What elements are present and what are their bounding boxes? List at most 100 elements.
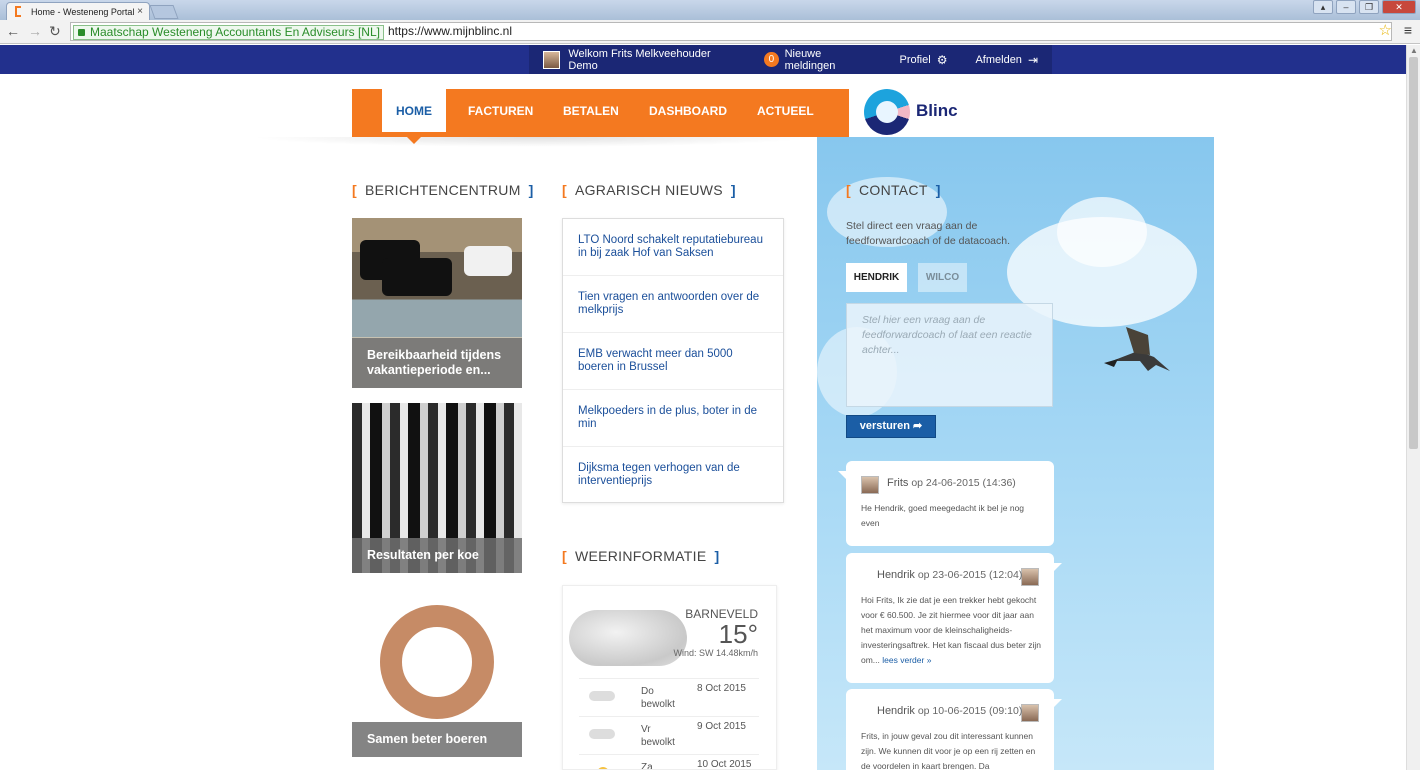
url-field[interactable]: Maatschap Westeneng Accountants En Advis… bbox=[70, 22, 1392, 41]
nav-dashboard[interactable]: DASHBOARD bbox=[649, 89, 727, 137]
profile-link[interactable]: Profiel ⚙ bbox=[886, 45, 962, 74]
news-item[interactable]: LTO Noord schakelt reputatiebureau in bi… bbox=[563, 219, 783, 276]
berichtencentrum-title: BERICHTENCENTRUM bbox=[364, 182, 521, 198]
forecast-day: Za bbox=[641, 762, 653, 770]
send-button[interactable]: versturen ➦ bbox=[846, 415, 936, 438]
weer-title: WEERINFORMATIE bbox=[574, 548, 707, 564]
bookmark-star-icon[interactable]: ☆ bbox=[1379, 21, 1392, 39]
nav-betalen[interactable]: BETALEN bbox=[563, 89, 619, 137]
berichtencentrum-heading: [BERICHTENCENTRUM] bbox=[352, 182, 534, 198]
nav-facturen[interactable]: FACTUREN bbox=[468, 89, 533, 137]
browser-tab[interactable]: Home - Westeneng Portal × bbox=[6, 2, 150, 20]
message-card[interactable]: Bereikbaarheid tijdens vakantieperiode e… bbox=[352, 218, 522, 388]
share-arrow-icon: ➦ bbox=[912, 420, 923, 432]
scroll-up-icon[interactable]: ▲ bbox=[1410, 46, 1418, 55]
tab-wilco[interactable]: WILCO bbox=[918, 263, 967, 292]
message-meta: Frits op 24-06-2015 (14:36) bbox=[887, 477, 1016, 489]
logout-link[interactable]: Afmelden ⇥ bbox=[961, 45, 1052, 74]
weer-heading: [ WEERINFORMATIE] bbox=[562, 548, 719, 564]
notifications-link[interactable]: 0 Nieuwe meldingen bbox=[750, 45, 885, 74]
nieuws-heading: [AGRARISCH NIEUWS] bbox=[562, 182, 736, 198]
message-meta: Hendrik op 23-06-2015 (12:04) bbox=[877, 569, 1023, 581]
gear-icon: ⚙ bbox=[936, 52, 948, 67]
browser-menu-icon[interactable]: ≡ bbox=[1404, 22, 1412, 38]
back-icon[interactable]: ← bbox=[6, 23, 20, 39]
main-nav: HOME FACTUREN BETALEN DASHBOARD ACTUEEL bbox=[352, 89, 849, 137]
tab-title: Home - Westeneng Portal bbox=[31, 7, 135, 17]
forecast-date: 8 Oct 2015 bbox=[697, 683, 746, 694]
window-controls: ▴ – ❐ ✕ bbox=[1313, 0, 1416, 14]
logout-icon: ⇥ bbox=[1027, 52, 1038, 67]
welcome-item: Welkom Frits Melkveehouder Demo bbox=[529, 45, 750, 74]
weather-temp: 15° bbox=[718, 619, 758, 649]
bracket-left: [ bbox=[352, 182, 357, 198]
message-text: Hoi Frits, Ik zie dat je een trekker heb… bbox=[861, 595, 1042, 665]
forecast-date: 9 Oct 2015 bbox=[697, 721, 746, 732]
message-text: He Hendrik, goed meegedacht ik bel je no… bbox=[861, 503, 1025, 528]
contact-panel: [ CONTACT] Stel direct een vraag aan de f… bbox=[817, 137, 1214, 770]
minimize-button[interactable]: – bbox=[1336, 0, 1356, 14]
avatar bbox=[1021, 704, 1039, 722]
logo-text[interactable]: Blinc bbox=[916, 101, 958, 121]
close-tab-icon[interactable]: × bbox=[137, 6, 143, 17]
address-bar: ← → ↻ Maatschap Westeneng Accountants En… bbox=[0, 20, 1420, 44]
blinc-logo-icon[interactable] bbox=[864, 89, 910, 135]
message-text: Frits, in jouw geval zou dit interessant… bbox=[861, 731, 1036, 770]
send-label: versturen bbox=[859, 420, 910, 432]
news-item[interactable]: EMB verwacht meer dan 5000 boeren in Bru… bbox=[563, 333, 783, 390]
bracket-right: ] bbox=[714, 548, 720, 564]
user-icon[interactable]: ▴ bbox=[1313, 0, 1333, 14]
cloud-icon bbox=[589, 729, 615, 739]
nav-shadow bbox=[250, 137, 817, 147]
question-textarea[interactable]: Stel hier een vraag aan de feedforwardco… bbox=[846, 303, 1053, 407]
card-caption: Bereikbaarheid tijdens vakantieperiode e… bbox=[352, 338, 522, 388]
bracket-right: ] bbox=[935, 182, 941, 198]
bracket-left: [ bbox=[846, 182, 851, 198]
chat-message: Frits op 24-06-2015 (14:36) He Hendrik, … bbox=[838, 461, 1054, 546]
url-text: https://www.mijnblinc.nl bbox=[387, 24, 512, 38]
close-window-button[interactable]: ✕ bbox=[1382, 0, 1416, 14]
notification-count-badge: 0 bbox=[764, 52, 779, 67]
scrollbar-thumb[interactable] bbox=[1409, 57, 1418, 449]
cloud-icon bbox=[569, 610, 687, 666]
welcome-text: Welkom Frits Melkveehouder Demo bbox=[568, 47, 711, 72]
reload-icon[interactable]: ↻ bbox=[49, 23, 61, 40]
avatar bbox=[1021, 568, 1039, 586]
card-caption: Samen beter boeren bbox=[352, 722, 522, 757]
tab-hendrik[interactable]: HENDRIK bbox=[846, 263, 907, 292]
weather-widget: BARNEVELD 15° Wind: SW 14.48km/h Do bewol… bbox=[562, 585, 777, 770]
user-bar: Welkom Frits Melkveehouder Demo 0 Nieuwe… bbox=[529, 45, 1052, 74]
maximize-button[interactable]: ❐ bbox=[1359, 0, 1379, 14]
forecast-row: Vr bewolkt 9 Oct 2015 bbox=[579, 716, 759, 754]
contact-title: CONTACT bbox=[858, 182, 928, 198]
favicon-icon bbox=[15, 6, 21, 17]
site-topbar: Welkom Frits Melkveehouder Demo 0 Nieuwe… bbox=[0, 45, 1406, 74]
read-more-link[interactable]: lees verder » bbox=[882, 655, 931, 665]
news-item[interactable]: Tien vragen en antwoorden over de melkpr… bbox=[563, 276, 783, 333]
ev-certificate-label[interactable]: Maatschap Westeneng Accountants En Advis… bbox=[73, 25, 384, 40]
forecast-row: Za 10 Oct 2015 bbox=[579, 754, 759, 770]
card-caption: Resultaten per koe bbox=[352, 538, 522, 573]
contact-intro: Stel direct een vraag aan de feedforward… bbox=[846, 220, 1011, 247]
contact-heading: [ CONTACT] bbox=[846, 182, 941, 198]
page-scrollbar[interactable]: ▲ bbox=[1406, 45, 1420, 770]
news-item[interactable]: Melkpoeders in de plus, boter in de min bbox=[563, 390, 783, 447]
cloud-icon bbox=[589, 691, 615, 701]
profile-label: Profiel bbox=[899, 53, 931, 66]
news-item[interactable]: Dijksma tegen verhogen van de interventi… bbox=[563, 447, 783, 504]
forecast-date: 10 Oct 2015 bbox=[697, 759, 752, 770]
bird-icon bbox=[1104, 327, 1170, 371]
nieuws-title: AGRARISCH NIEUWS bbox=[574, 182, 723, 198]
avatar bbox=[861, 476, 879, 494]
nav-actueel[interactable]: ACTUEEL bbox=[757, 89, 814, 137]
message-card[interactable]: Samen beter boeren bbox=[352, 587, 522, 757]
forward-icon[interactable]: → bbox=[28, 23, 42, 39]
bracket-left: [ bbox=[562, 548, 567, 564]
new-tab-button[interactable] bbox=[149, 5, 179, 19]
nav-home[interactable]: HOME bbox=[382, 89, 446, 132]
bracket-right: ] bbox=[730, 182, 736, 198]
message-card[interactable]: Resultaten per koe bbox=[352, 403, 522, 573]
news-list: LTO Noord schakelt reputatiebureau in bi… bbox=[562, 218, 784, 503]
chat-message: Hendrik op 23-06-2015 (12:04) Hoi Frits,… bbox=[846, 553, 1062, 683]
user-avatar bbox=[543, 50, 561, 69]
